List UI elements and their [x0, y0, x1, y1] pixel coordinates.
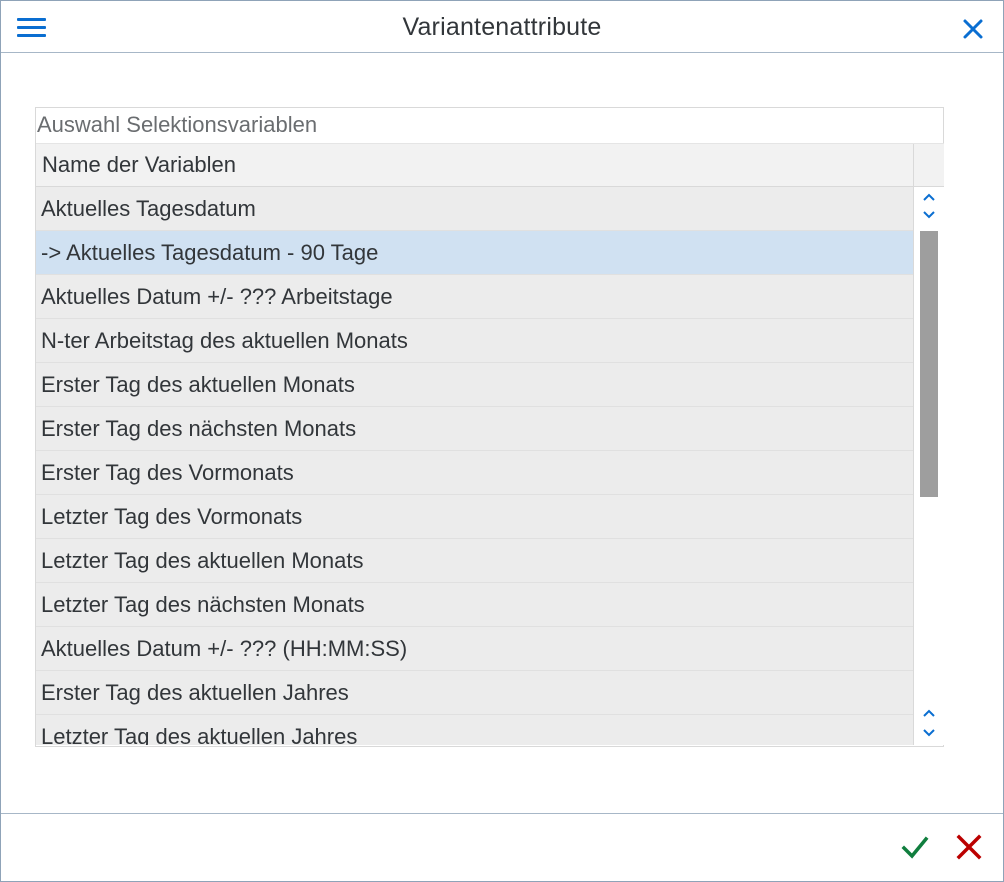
- table-row[interactable]: Letzter Tag des aktuellen Monats: [36, 539, 913, 583]
- table-row[interactable]: Aktuelles Datum +/- ??? Arbeitstage: [36, 275, 913, 319]
- table-row[interactable]: Letzter Tag des nächsten Monats: [36, 583, 913, 627]
- row-label: Erster Tag des Vormonats: [41, 460, 294, 485]
- column-header-corner: [913, 144, 944, 187]
- variables-list: Aktuelles Tagesdatum -> Aktuelles Tagesda…: [36, 187, 913, 745]
- row-label: Letzter Tag des aktuellen Monats: [41, 548, 364, 573]
- row-label: Aktuelles Datum +/- ??? Arbeitstage: [41, 284, 393, 309]
- column-header[interactable]: Name der Variablen: [36, 144, 913, 187]
- row-label: Letzter Tag des Vormonats: [41, 504, 303, 529]
- footer-divider: [1, 813, 1003, 814]
- scroll-down-icon[interactable]: [921, 726, 937, 740]
- table-row[interactable]: Aktuelles Datum +/- ??? (HH:MM:SS): [36, 627, 913, 671]
- row-label: N-ter Arbeitstag des aktuellen Monats: [41, 328, 408, 353]
- table-row[interactable]: Erster Tag des Vormonats: [36, 451, 913, 495]
- table-row[interactable]: Aktuelles Tagesdatum: [36, 187, 913, 231]
- table-row[interactable]: Letzter Tag des Vormonats: [36, 495, 913, 539]
- vertical-scrollbar[interactable]: [913, 187, 944, 745]
- row-label: Letzter Tag des aktuellen Jahres: [41, 724, 358, 745]
- scroll-page-down-icon[interactable]: [921, 208, 937, 222]
- row-label: Letzter Tag des nächsten Monats: [41, 592, 365, 617]
- table-row[interactable]: Erster Tag des aktuellen Jahres: [36, 671, 913, 715]
- dialog-title: Variantenattribute: [402, 13, 602, 41]
- panel-title: Auswahl Selektionsvariablen: [36, 108, 944, 144]
- scroll-up-icon[interactable]: [921, 190, 937, 204]
- close-icon[interactable]: [961, 17, 985, 41]
- column-header-label: Name der Variablen: [42, 152, 237, 177]
- row-label: -> Aktuelles Tagesdatum - 90 Tage: [41, 240, 379, 265]
- table-row[interactable]: N-ter Arbeitstag des aktuellen Monats: [36, 319, 913, 363]
- row-label: Erster Tag des aktuellen Monats: [41, 372, 355, 397]
- cancel-icon[interactable]: [956, 834, 982, 860]
- table-row[interactable]: Erster Tag des aktuellen Monats: [36, 363, 913, 407]
- checkmark-icon[interactable]: [901, 833, 929, 861]
- row-label: Erster Tag des aktuellen Jahres: [41, 680, 349, 705]
- table-row[interactable]: -> Aktuelles Tagesdatum - 90 Tage: [36, 231, 913, 275]
- table-row[interactable]: Erster Tag des nächsten Monats: [36, 407, 913, 451]
- variant-attributes-dialog: Variantenattribute Auswahl Selektionsvar…: [0, 0, 1004, 882]
- scroll-page-up-icon[interactable]: [921, 706, 937, 720]
- table-row[interactable]: Letzter Tag des aktuellen Jahres: [36, 715, 913, 745]
- row-label: Aktuelles Datum +/- ??? (HH:MM:SS): [41, 636, 408, 661]
- selection-variables-panel: Auswahl Selektionsvariablen Name der Var…: [35, 107, 944, 747]
- dialog-header: Variantenattribute: [1, 1, 1003, 53]
- row-label: Erster Tag des nächsten Monats: [41, 416, 357, 441]
- row-label: Aktuelles Tagesdatum: [41, 196, 256, 221]
- scroll-thumb[interactable]: [920, 231, 938, 497]
